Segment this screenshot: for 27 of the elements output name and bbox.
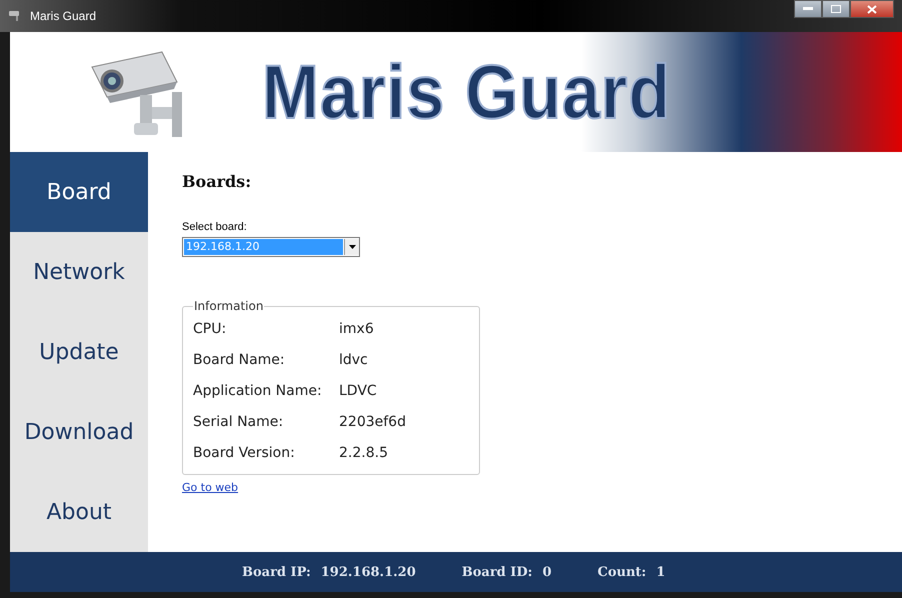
info-label: Serial Name: <box>193 414 284 430</box>
status-label: Board IP: <box>242 564 311 580</box>
info-label: Board Name: <box>193 352 286 368</box>
info-value: LDVC <box>339 382 377 398</box>
info-label: Application Name: <box>193 382 323 398</box>
close-icon[interactable] <box>867 4 877 14</box>
sidebar-item[interactable]: Board <box>10 152 148 232</box>
status-value: 1 <box>656 564 666 580</box>
status-value: 0 <box>542 564 552 580</box>
maximize-button[interactable] <box>822 0 850 18</box>
status-value: 192.168.1.20 <box>320 564 416 580</box>
status-label: Count: <box>598 564 646 580</box>
go-to-web-link[interactable]: Go to web <box>182 481 238 494</box>
select-label: Select board: <box>182 221 248 233</box>
info-value: imx6 <box>339 320 374 336</box>
close-button[interactable] <box>850 0 894 18</box>
info-label: CPU: <box>193 320 228 336</box>
logo-text: Maris Guard <box>262 48 672 136</box>
section-heading: Boards: <box>182 172 252 191</box>
window-title: Maris Guard <box>30 9 96 23</box>
info-value: 2.2.8.5 <box>339 444 388 460</box>
minimize-button[interactable] <box>794 0 822 18</box>
info-value: 2203ef6d <box>339 414 406 430</box>
group-legend: Information <box>193 299 264 313</box>
info-value: ldvc <box>339 352 368 368</box>
status-label: Board ID: <box>462 564 532 580</box>
info-label: Board Version: <box>193 444 296 460</box>
